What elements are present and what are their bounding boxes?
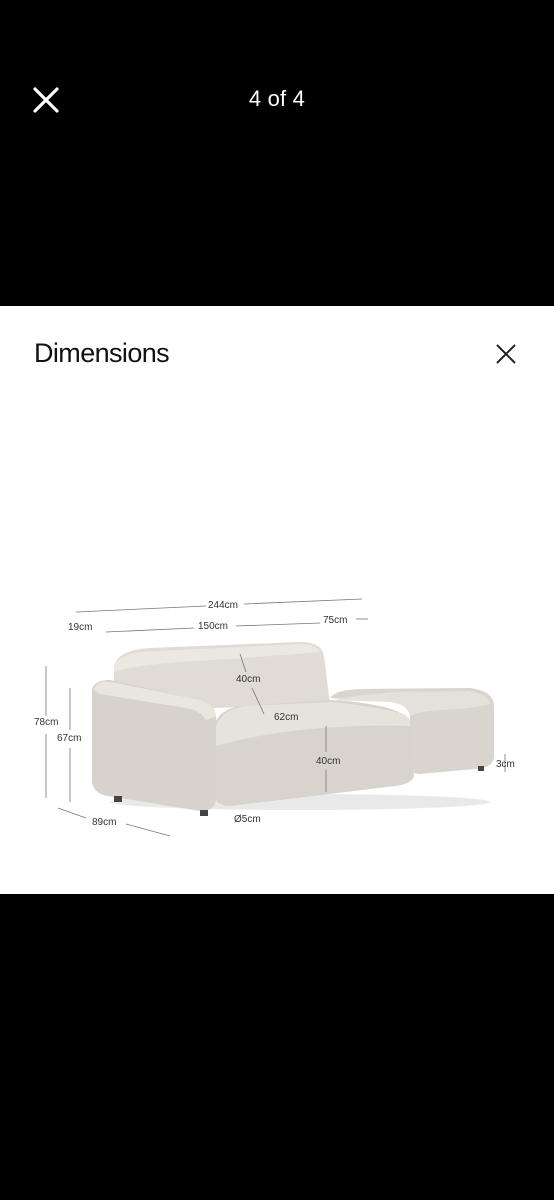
dim-total-width: 244cm [208,600,238,611]
dim-seat-height: 40cm [316,756,340,767]
dim-leg-diameter: Ø5cm [234,814,261,825]
dim-seat-depth: 62cm [274,712,298,723]
dim-ottoman-width: 75cm [323,615,347,626]
dim-arm-width: 19cm [68,622,92,633]
dimension-labels: 244cm 19cm 150cm 75cm 40cm 62cm 78cm 67c… [34,600,515,828]
image-counter: 4 of 4 [248,86,306,111]
dim-total-height: 78cm [34,717,58,728]
dim-arm-height: 67cm [57,733,81,744]
dim-leg-height: 3cm [496,759,515,770]
image-viewer: 4 of 4 Dimensions 244cm 19cm 150cm 75cm … [0,0,554,1200]
dim-depth: 89cm [92,817,116,828]
product-image[interactable]: Dimensions 244cm 19cm 150cm 75cm 40cm 62… [0,306,554,894]
dim-back-height: 40cm [236,674,260,685]
dim-seat-width: 150cm [198,621,228,632]
